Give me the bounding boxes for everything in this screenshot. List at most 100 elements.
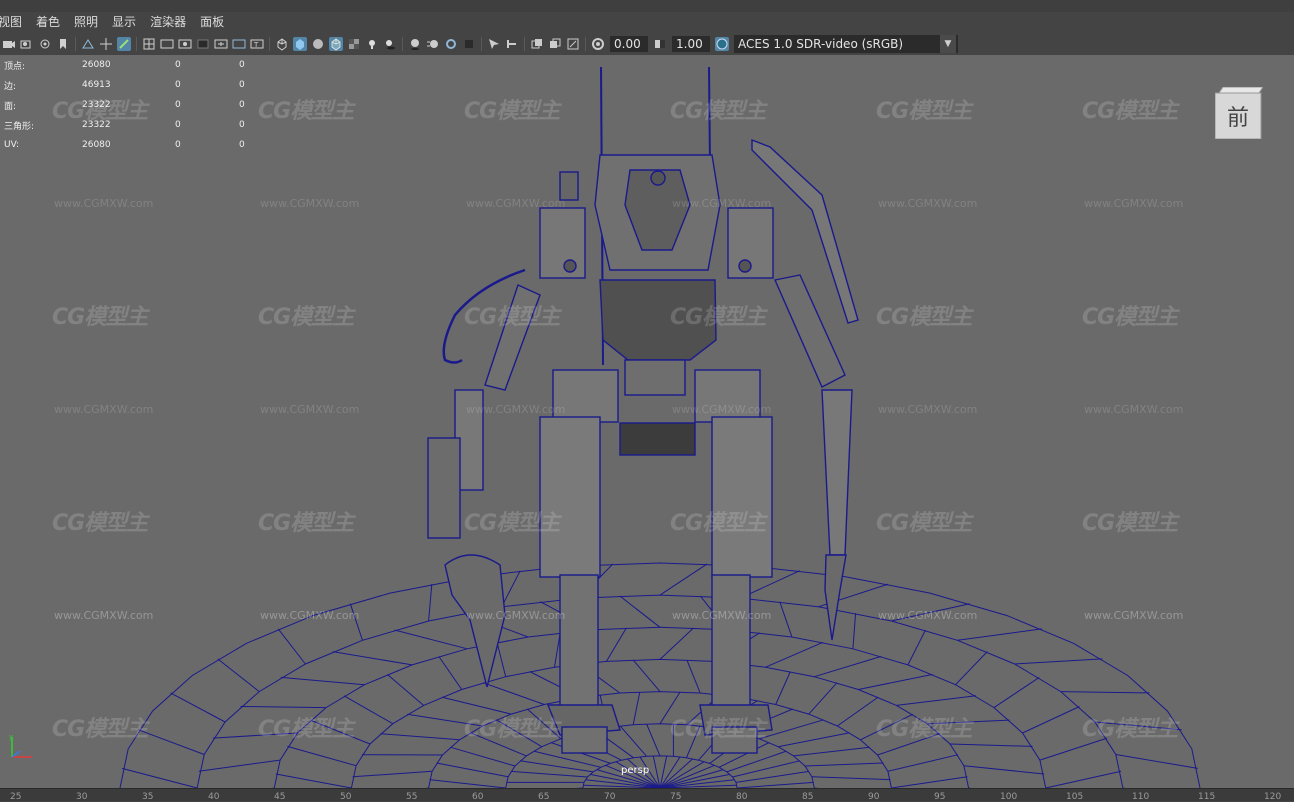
safe-title-icon[interactable]: T [250, 37, 264, 51]
camera-select-icon[interactable] [38, 37, 52, 51]
shadows-icon[interactable] [383, 37, 397, 51]
gate-mask-icon[interactable] [196, 37, 210, 51]
resolution-gate-icon[interactable] [178, 37, 192, 51]
view-cube-face-label: 前 [1227, 106, 1249, 131]
smooth-shade-icon[interactable] [293, 37, 307, 51]
ground-edge [241, 707, 327, 708]
camera-icon[interactable] [2, 37, 16, 51]
menu-shading[interactable]: 着色 [29, 12, 67, 32]
field-chart-icon[interactable] [214, 37, 228, 51]
menu-panels[interactable]: 面板 [193, 12, 231, 32]
image-plane-icon[interactable] [81, 37, 95, 51]
ground-edge [1116, 755, 1198, 769]
use-lights-icon[interactable] [365, 37, 379, 51]
view-cube[interactable]: 前 [1215, 87, 1263, 139]
toolbar-separator [269, 37, 270, 51]
ground-edge [353, 771, 433, 777]
wireframe-on-shaded-icon[interactable] [329, 37, 343, 51]
isolate-select-icon[interactable] [487, 37, 501, 51]
xray-icon[interactable] [347, 37, 361, 51]
hud-icon[interactable] [548, 37, 562, 51]
timeline-tick-label: 120 [1264, 792, 1281, 802]
ground-edge [647, 724, 660, 756]
color-management-icon[interactable] [715, 37, 729, 51]
bookmark-icon[interactable] [56, 37, 70, 51]
panel-menu-bar: 视图 着色 照明 显示 渲染器 面板 [0, 12, 1294, 32]
ground-edge [620, 596, 660, 627]
wireframe-icon[interactable] [275, 37, 289, 51]
watermark-logo: CG模型主 [52, 711, 147, 743]
timeline-tick-label: 85 [802, 792, 813, 802]
2d-pan-icon[interactable] [99, 37, 113, 51]
xray-active-icon[interactable] [530, 37, 544, 51]
stat-v3: 0 [239, 120, 259, 130]
grid-icon[interactable] [142, 37, 156, 51]
camera-attributes-icon[interactable] [20, 37, 34, 51]
ground-edge [429, 584, 432, 621]
time-slider[interactable]: 2530354045505560657075808590951001051101… [0, 788, 1294, 801]
ground-edge [814, 656, 881, 676]
multisample-aa-icon[interactable] [444, 37, 458, 51]
stat-v2: 0 [175, 80, 239, 90]
ground-edge [606, 628, 626, 662]
watermark-logo: CG模型主 [1082, 711, 1177, 743]
gamma-icon[interactable] [653, 37, 667, 51]
ground-edge [437, 763, 509, 777]
default-material-icon[interactable] [311, 37, 325, 51]
panel-toolbar: T 0.00 1.00 ACES 1.0 SDR-video (sRGB)▼ [0, 33, 1294, 55]
svg-text:y: y [9, 733, 13, 741]
menu-lighting[interactable]: 照明 [67, 12, 105, 32]
menu-view[interactable]: 视图 [0, 12, 29, 32]
watermark-logo: CG模型主 [464, 711, 559, 743]
watermark-url: www.CGMXW.com [466, 609, 565, 622]
watermark-logo: CG模型主 [258, 505, 353, 537]
watermark-logo: CG模型主 [670, 299, 765, 331]
ground-edge [287, 746, 356, 765]
ground-edge [809, 683, 837, 714]
timeline-tick-label: 115 [1198, 792, 1215, 802]
watermark-logo: CG模型主 [1082, 93, 1177, 125]
stat-row: UV:2608000 [4, 135, 259, 155]
ground-edge [956, 652, 988, 685]
stat-v1: 26080 [82, 140, 175, 150]
ground-edge [888, 755, 958, 772]
timeline-tick-label: 80 [736, 792, 747, 802]
color-space-dropdown[interactable]: ACES 1.0 SDR-video (sRGB)▼ [734, 35, 958, 53]
film-gate-icon[interactable] [160, 37, 174, 51]
axis-gizmo: y [6, 733, 38, 763]
exposure-field[interactable]: 0.00 [610, 36, 648, 52]
toolbar-separator [402, 37, 403, 51]
timeline-tick-label: 30 [76, 792, 87, 802]
motion-blur-icon[interactable] [426, 37, 440, 51]
3d-viewport[interactable]: 顶点:2608000边:4691300面:2332200三角形:2332200U… [0, 55, 1294, 788]
ground-edge [776, 672, 791, 705]
ground-edge [1015, 659, 1103, 664]
safe-action-icon[interactable] [232, 37, 246, 51]
ground-edge [858, 674, 932, 689]
xray-joints-icon[interactable] [505, 37, 519, 51]
timeline-tick-label: 75 [670, 792, 681, 802]
ground-edge [450, 747, 515, 766]
timeline-tick-label: 65 [538, 792, 549, 802]
depth-of-field-icon[interactable] [462, 37, 476, 51]
gamma-field[interactable]: 1.00 [672, 36, 710, 52]
ground-edge [138, 730, 204, 755]
grease-pencil-icon[interactable] [117, 37, 131, 51]
menu-show[interactable]: 显示 [105, 12, 143, 32]
ground-edge [853, 613, 856, 649]
fit-view-icon[interactable] [566, 37, 580, 51]
watermark-url: www.CGMXW.com [878, 609, 977, 622]
stat-v1: 46913 [82, 80, 175, 90]
watermark-url: www.CGMXW.com [878, 403, 977, 416]
chevron-down-icon: ▼ [940, 35, 956, 53]
watermark-logo: CG模型主 [876, 505, 971, 537]
ground-edge [812, 777, 891, 780]
ground-edge [1023, 707, 1080, 734]
timeline-tick-label: 25 [10, 792, 21, 802]
ground-edge [958, 629, 1042, 640]
stat-v1: 26080 [82, 60, 175, 70]
screen-space-ao-icon[interactable] [408, 37, 422, 51]
ground-edge [1061, 692, 1150, 693]
exposure-icon[interactable] [591, 37, 605, 51]
menu-renderer[interactable]: 渲染器 [143, 12, 193, 32]
